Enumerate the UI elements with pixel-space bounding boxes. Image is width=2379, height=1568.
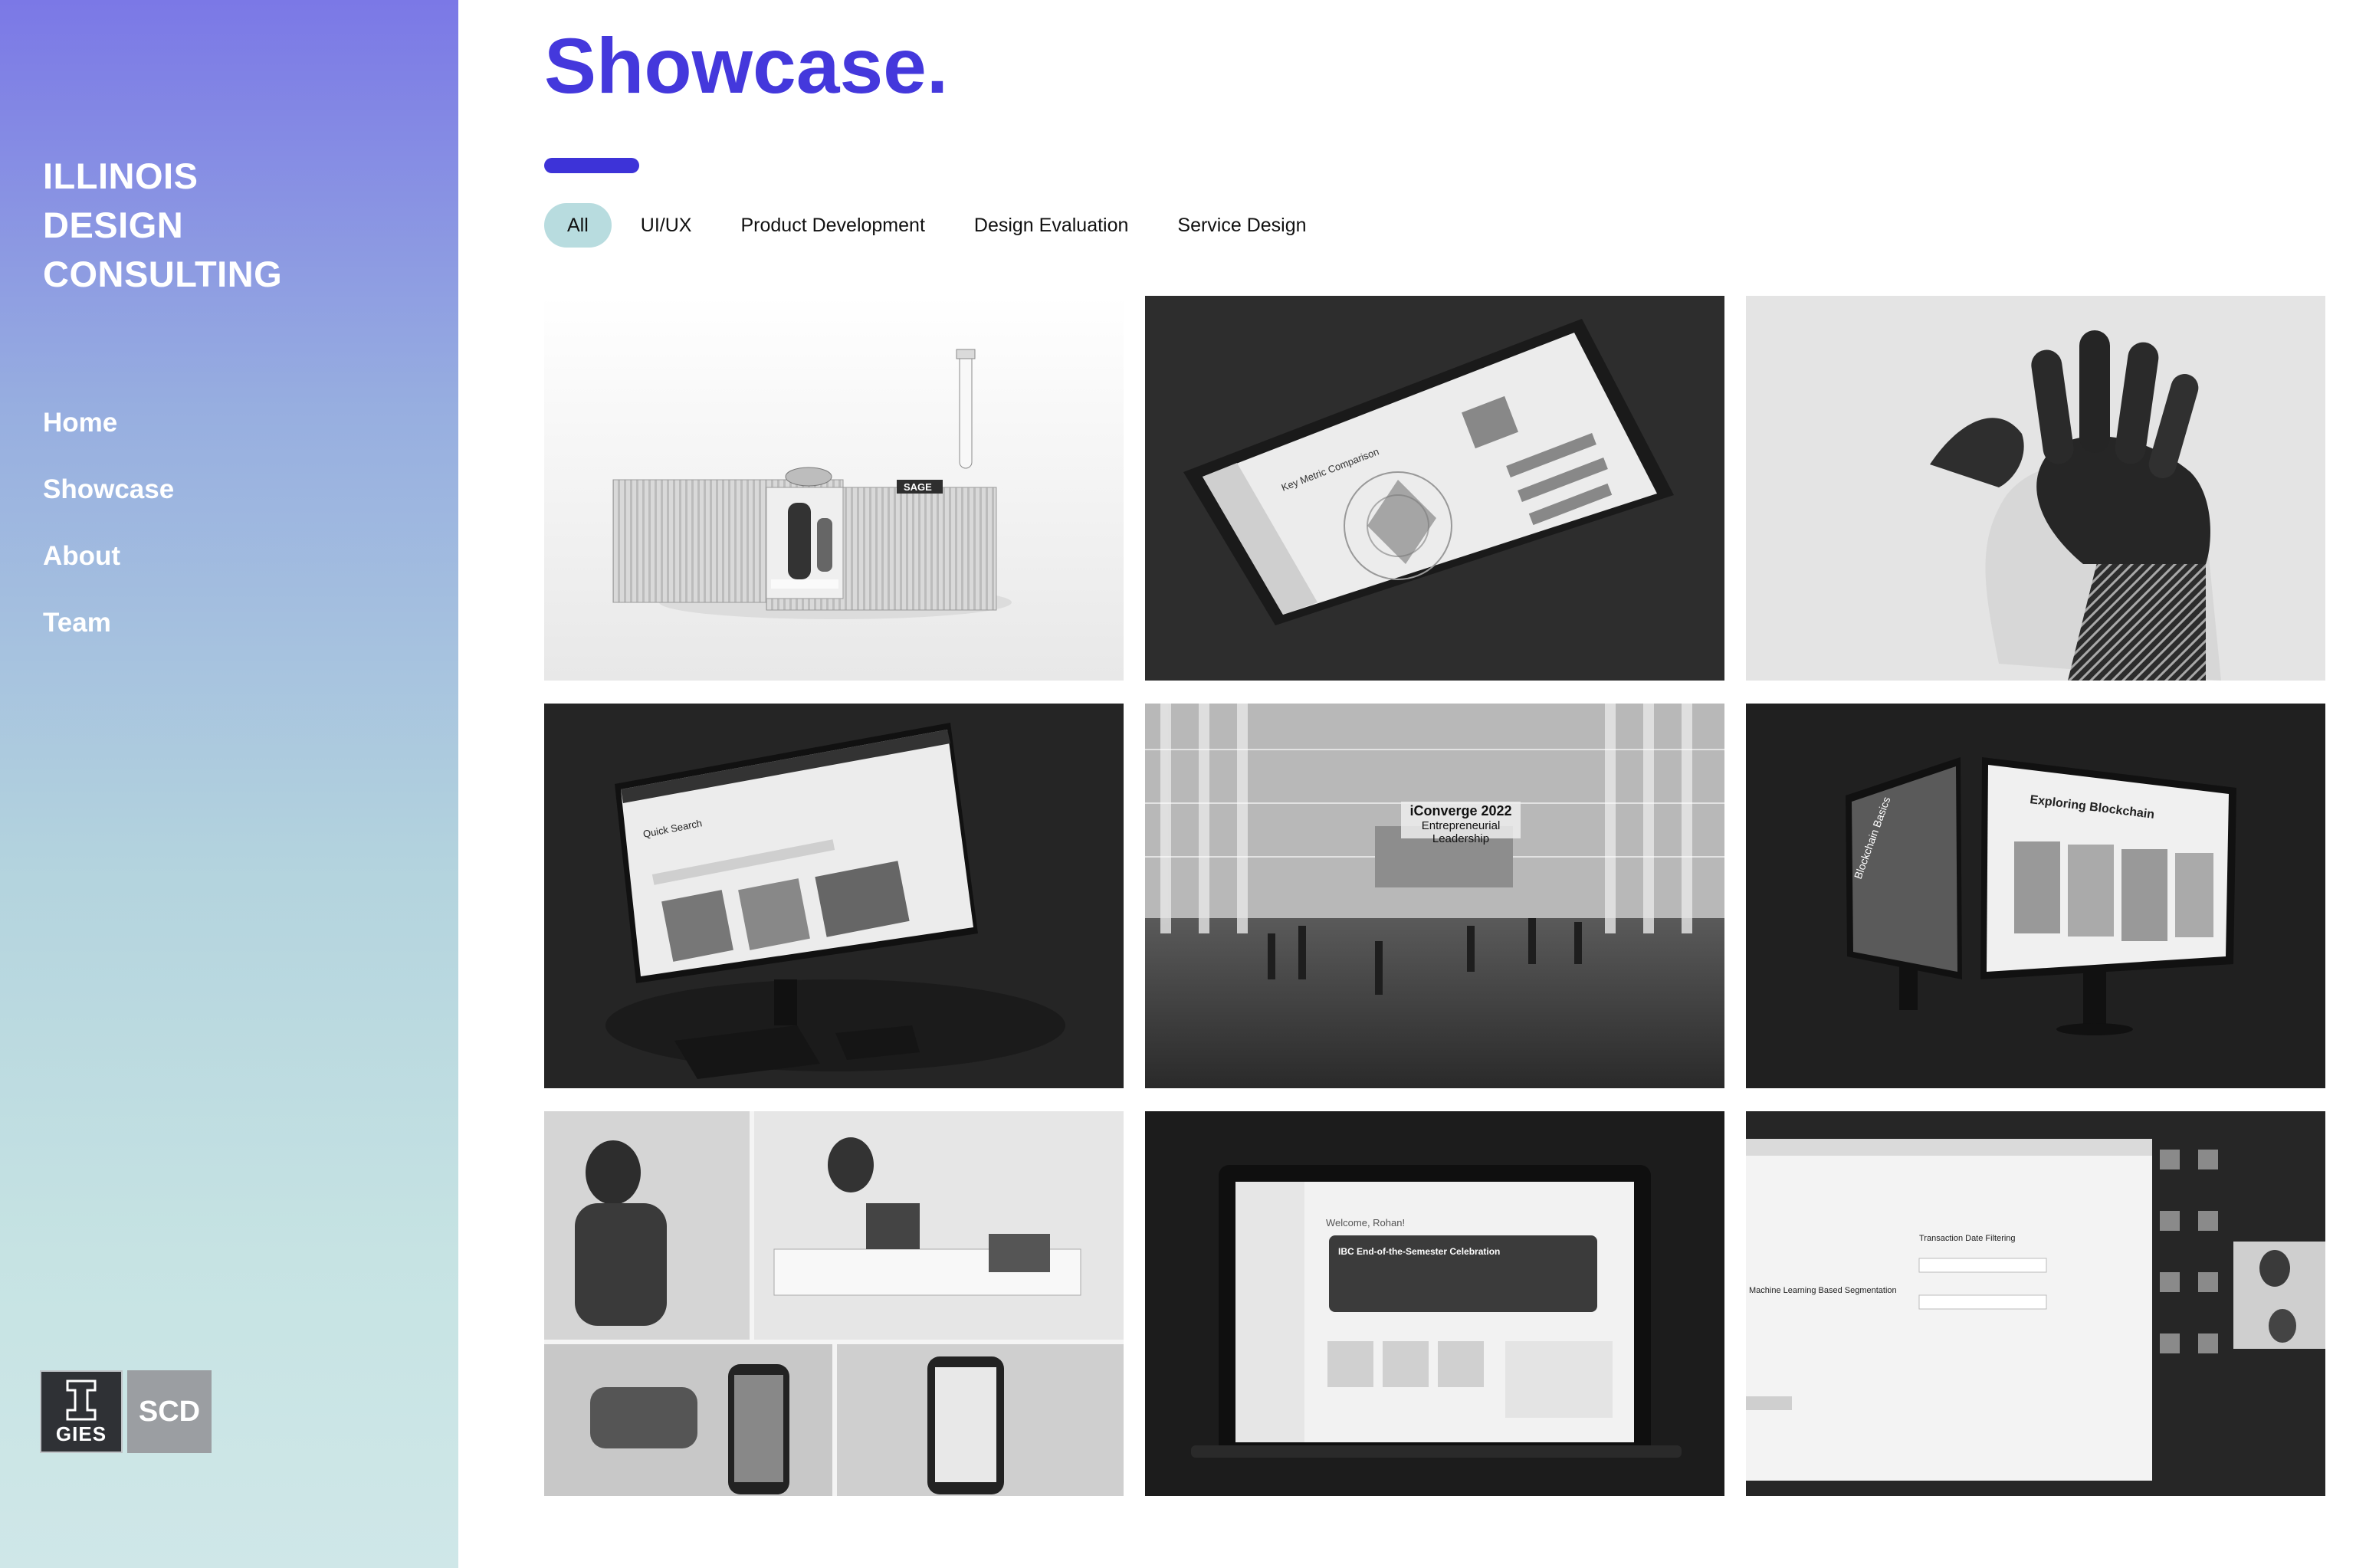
project-card-robotic-hand[interactable]: [1746, 296, 2325, 681]
sidebar: ILLINOIS DESIGN CONSULTING Home Showcase…: [0, 0, 458, 1568]
gies-logo-label: GIES: [55, 1422, 107, 1445]
project-card-research-collage[interactable]: [544, 1111, 1124, 1496]
robotic-hand-image: [1746, 296, 2325, 681]
project-card-desktop-ui[interactable]: Quick Search: [544, 704, 1124, 1088]
brand-line: DESIGN: [43, 205, 184, 245]
laptop-ui-event-card-title: IBC End-of-the-Semester Celebration: [1338, 1246, 1501, 1257]
filter-design-evaluation[interactable]: Design Evaluation: [950, 203, 1153, 248]
laptop-ui-greeting: Welcome, Rohan!: [1326, 1217, 1406, 1228]
nav-item-showcase[interactable]: Showcase: [43, 474, 174, 505]
laptop-ui-image: [1145, 1111, 1724, 1496]
event-render-overlay: iConverge 2022 Entrepreneurial Leadershi…: [1401, 803, 1521, 845]
nav-item-about[interactable]: About: [43, 541, 174, 572]
screen-share-filter-heading: Transaction Date Filtering: [1919, 1234, 2016, 1243]
project-card-dual-monitor-ui[interactable]: Blockchain Basics Exploring Blockchain: [1746, 704, 2325, 1088]
nav-item-team[interactable]: Team: [43, 608, 174, 638]
sidebar-nav: Home Showcase About Team: [43, 408, 174, 674]
desktop-ui-image: Quick Search: [544, 704, 1124, 1088]
filter-all[interactable]: All: [544, 203, 612, 248]
project-card-tablet-ui[interactable]: Key Metric Comparison: [1145, 296, 1724, 681]
brand-line: CONSULTING: [43, 254, 283, 294]
project-card-event-render[interactable]: iConverge 2022 Entrepreneurial Leadershi…: [1145, 704, 1724, 1088]
category-filter-tabs: All UI/UX Product Development Design Eva…: [544, 203, 1331, 248]
tablet-ui-image: Key Metric Comparison: [1145, 296, 1724, 681]
partner-logos: GIES SCD: [40, 1370, 212, 1453]
brand-name[interactable]: ILLINOIS DESIGN CONSULTING: [43, 152, 282, 299]
filter-product-development[interactable]: Product Development: [716, 203, 949, 248]
screen-share-image: [1746, 1111, 2325, 1496]
brand-line: ILLINOIS: [43, 156, 199, 196]
project-card-product-render[interactable]: SAGE: [544, 296, 1124, 681]
event-title: iConverge 2022: [1409, 803, 1512, 818]
device-brand-label: SAGE: [904, 481, 932, 493]
event-hall-image: [1145, 704, 1724, 1088]
title-accent-bar: [544, 158, 639, 173]
project-card-screen-share[interactable]: Transaction Date Filtering Machine Learn…: [1746, 1111, 2325, 1496]
filter-service-design[interactable]: Service Design: [1153, 203, 1331, 248]
gies-logo: GIES: [40, 1370, 123, 1453]
product-device-image: SAGE: [544, 296, 1124, 681]
project-card-laptop-ui[interactable]: Welcome, Rohan! IBC End-of-the-Semester …: [1145, 1111, 1724, 1496]
page-title: Showcase.: [544, 22, 949, 110]
user-research-collage-image: [544, 1111, 1124, 1496]
dual-monitor-image: Blockchain Basics Exploring Blockchain: [1746, 704, 2325, 1088]
illinois-block-i-icon: [66, 1379, 97, 1421]
event-subtitle: Entrepreneurial Leadership: [1421, 819, 1501, 845]
filter-ui-ux[interactable]: UI/UX: [616, 203, 717, 248]
nav-item-home[interactable]: Home: [43, 408, 174, 438]
scd-logo: SCD: [127, 1370, 212, 1453]
screen-share-segmentation-heading: Machine Learning Based Segmentation: [1749, 1286, 1897, 1295]
